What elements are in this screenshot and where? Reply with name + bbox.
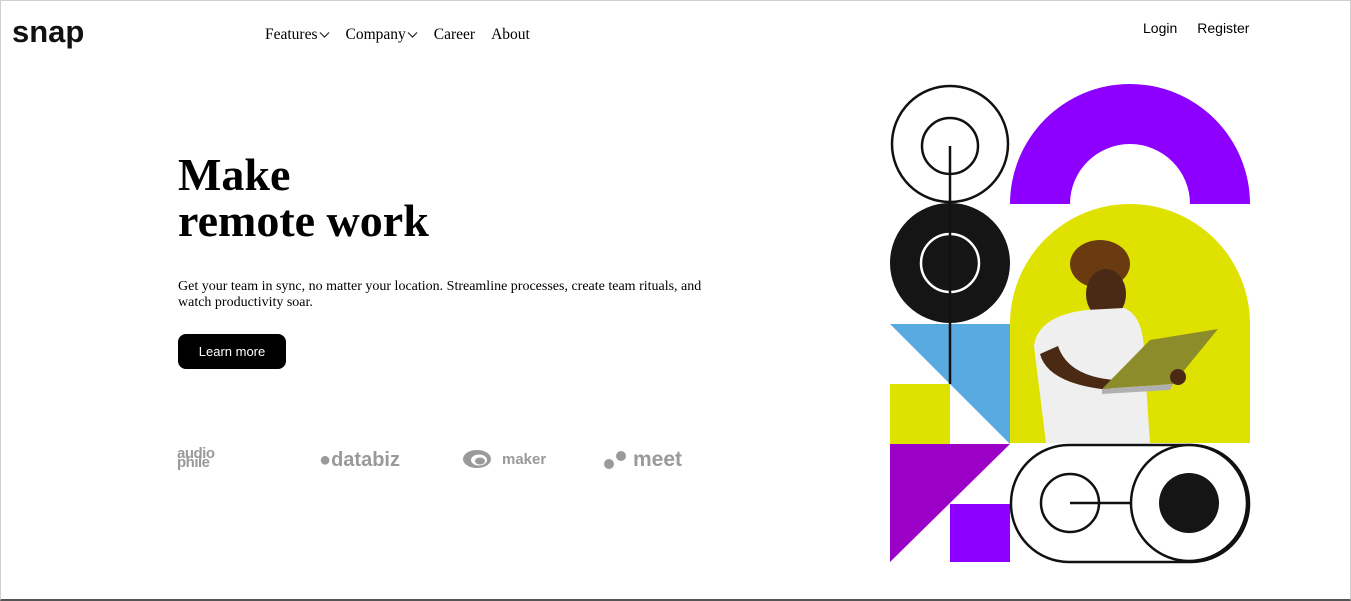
nav-item-label: Company <box>345 26 406 43</box>
purple-square-shape <box>950 504 1010 562</box>
audiophile-line-2: phile <box>177 454 210 471</box>
person-photo <box>1010 204 1250 443</box>
hero-title-line-1: Make <box>178 149 291 200</box>
client-logos: audio phile ●databiz maker meet <box>177 446 717 473</box>
meet-logo: meet <box>603 448 682 472</box>
snap-logo[interactable]: snap <box>12 14 84 50</box>
databiz-logo: ●databiz <box>319 449 400 472</box>
hero-title: Make remote work <box>178 152 429 244</box>
main-nav: Features Company Career About <box>265 26 546 44</box>
audiophile-logo: audio phile <box>177 446 215 471</box>
meet-dots-icon <box>604 451 626 469</box>
nav-item-label: About <box>491 26 530 43</box>
nav-item-company[interactable]: Company <box>346 26 418 44</box>
purple-arch-shape <box>1010 84 1250 204</box>
meet-label: meet <box>633 448 683 471</box>
toggle-pill-shape <box>1009 443 1251 564</box>
nav-item-features[interactable]: Features <box>265 26 330 44</box>
nav-item-label: Career <box>433 26 476 43</box>
maker-logo: maker <box>462 449 546 469</box>
login-link[interactable]: Login <box>1143 20 1177 36</box>
maker-mark-icon <box>463 450 491 468</box>
maker-label: maker <box>502 450 547 468</box>
auth-links: Login Register <box>1143 20 1249 36</box>
nav-item-label: Features <box>265 26 318 43</box>
hero-description: Get your team in sync, no matter your lo… <box>178 279 702 310</box>
hero-title-line-2: remote work <box>178 195 429 246</box>
register-link[interactable]: Register <box>1197 20 1249 36</box>
chevron-down-icon <box>407 32 418 38</box>
learn-more-button[interactable]: Learn more <box>178 334 286 369</box>
hero-illustration <box>890 84 1251 564</box>
nav-item-about[interactable]: About <box>491 26 530 44</box>
chevron-down-icon <box>319 32 329 38</box>
nav-item-career[interactable]: Career <box>434 26 475 44</box>
databiz-dot-icon: ● <box>319 449 332 471</box>
databiz-label: databiz <box>331 449 400 471</box>
